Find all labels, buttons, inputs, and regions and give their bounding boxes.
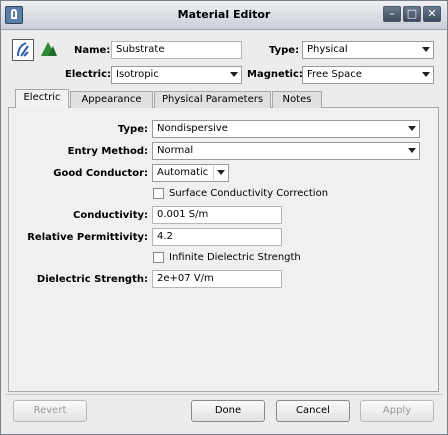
good-conductor-dropdown[interactable]: Automatic [152,164,229,182]
material-editor-window: Material Editor – □ ✕ Name: Substrate Ty… [0,0,448,435]
tab-notes[interactable]: Notes [272,91,322,108]
relative-permittivity-label: Relative Permittivity: [27,232,148,243]
infinite-dielectric-strength-label: Infinite Dielectric Strength [169,252,301,263]
minimize-button[interactable]: – [383,6,401,22]
electric-label: Electric: [65,69,112,80]
title-bar[interactable]: Material Editor – □ ✕ [1,1,447,30]
material-library-glyph [41,42,57,56]
material-type-dropdown[interactable]: Nondispersive [152,120,420,138]
done-button[interactable]: Done [191,400,265,422]
electric-dropdown[interactable]: Isotropic [111,66,242,84]
close-button[interactable]: ✕ [423,6,441,22]
chevron-down-icon [217,170,225,175]
chevron-down-icon [408,148,416,153]
type-dropdown[interactable]: Physical [302,41,434,59]
name-field[interactable]: Substrate [111,41,242,59]
chevron-down-icon [422,72,430,77]
good-conductor-label: Good Conductor: [53,168,148,179]
cancel-button[interactable]: Cancel [276,400,350,422]
dielectric-strength-field[interactable]: 2e+07 V/m [152,270,282,288]
material-library-icon[interactable] [39,39,61,61]
apply-button[interactable]: Apply [360,400,434,422]
chevron-down-icon [230,72,238,77]
combo-separator [213,166,214,180]
tab-appearance[interactable]: Appearance [70,91,153,108]
infinite-dielectric-strength-checkbox[interactable] [153,252,164,263]
chevron-down-icon [408,126,416,131]
footer-divider [5,394,443,395]
conductivity-field[interactable]: 0.001 S/m [152,206,282,224]
entry-method-label: Entry Method: [67,146,148,157]
tab-electric[interactable]: Electric [15,89,69,108]
chevron-down-icon [422,47,430,52]
type-label: Type: [269,45,300,56]
surface-conductivity-checkbox[interactable] [153,188,164,199]
entry-method-dropdown[interactable]: Normal [152,142,420,160]
window-title: Material Editor [177,8,271,21]
material-definition-glyph [17,42,29,57]
good-conductor-value: Automatic [157,167,209,178]
material-definition-icon[interactable] [12,39,34,61]
maximize-button[interactable]: □ [403,6,421,22]
entry-method-value: Normal [157,145,194,156]
type-value: Physical [307,44,348,55]
material-type-value: Nondispersive [157,123,228,134]
material-type-label: Type: [117,124,148,135]
tab-physical-parameters[interactable]: Physical Parameters [154,91,271,108]
magnetic-value: Free Space [307,69,362,80]
magnetic-dropdown[interactable]: Free Space [302,66,434,84]
relative-permittivity-field[interactable]: 4.2 [152,228,282,246]
surface-conductivity-label: Surface Conductivity Correction [169,188,329,199]
electric-value: Isotropic [116,69,159,80]
dielectric-strength-label: Dielectric Strength: [36,274,148,285]
revert-button[interactable]: Revert [13,400,87,422]
name-label: Name: [74,45,111,56]
magnetic-label: Magnetic: [247,69,303,80]
conductivity-label: Conductivity: [73,210,148,221]
